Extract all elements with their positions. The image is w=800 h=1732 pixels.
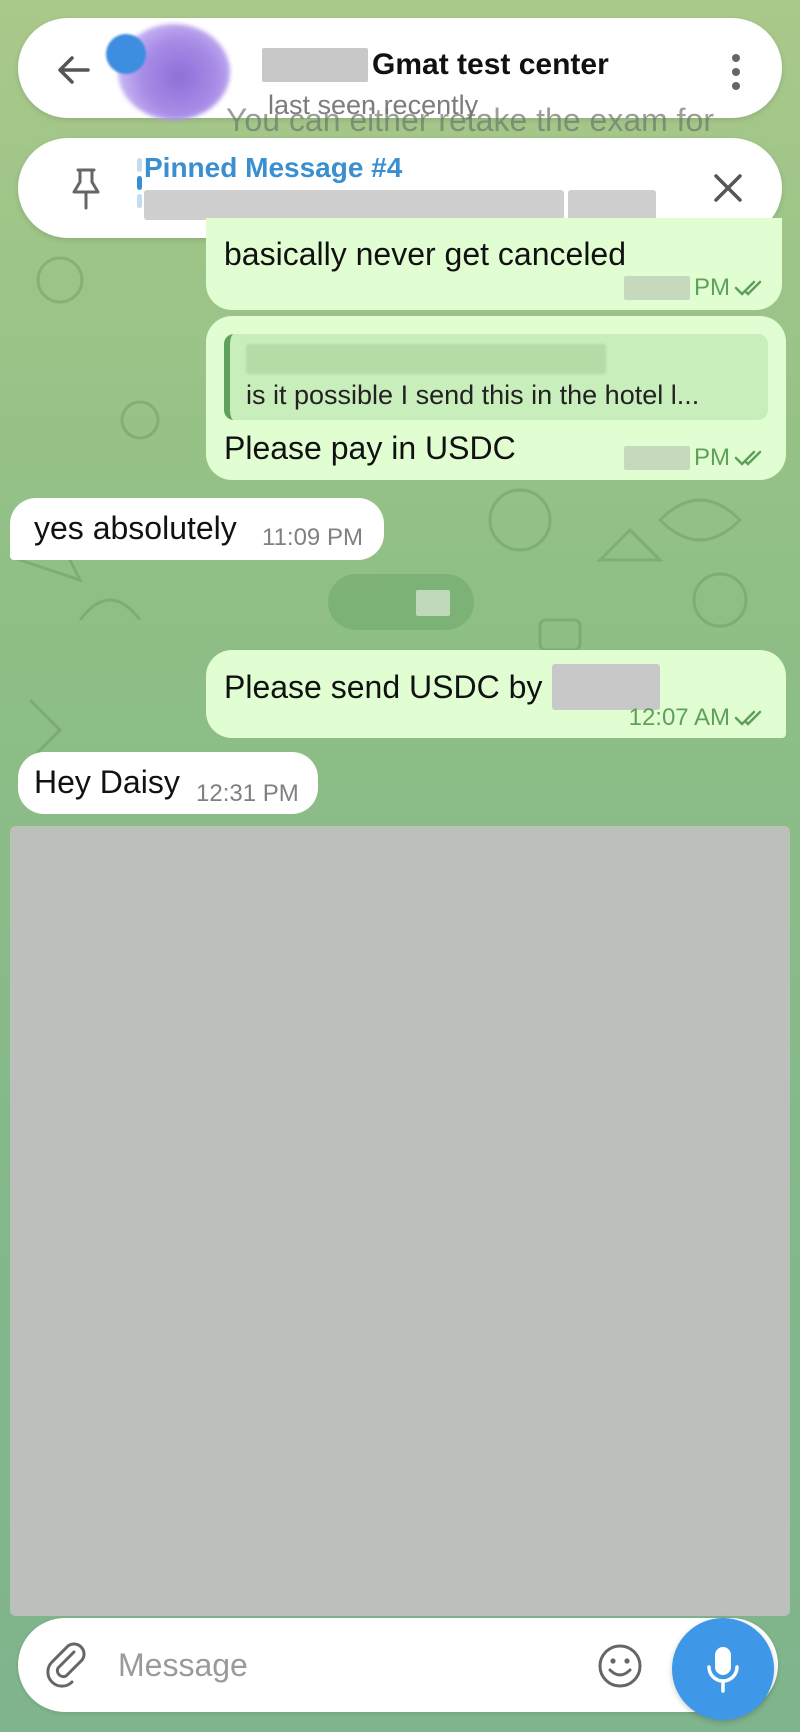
chat-title[interactable]: Gmat test center: [262, 48, 609, 82]
more-vertical-icon[interactable]: [726, 52, 746, 92]
double-check-icon: [734, 450, 762, 466]
message-input[interactable]: [118, 1636, 588, 1694]
pinned-preview-redacted: [144, 190, 678, 220]
message-time: 11:09 PM: [262, 524, 363, 551]
microphone-button[interactable]: [672, 1618, 774, 1720]
chat-title-text: Gmat test center: [372, 48, 609, 81]
close-icon[interactable]: [708, 168, 748, 208]
message-composer: [18, 1618, 778, 1712]
redacted-content: [10, 826, 790, 1616]
reply-text: is it possible I send this in the hotel …: [246, 380, 700, 410]
message-outgoing[interactable]: basically never get canceled PM: [206, 218, 782, 310]
microphone-icon: [707, 1647, 739, 1693]
message-text: basically never get canceled: [224, 236, 627, 272]
date-separator: [328, 574, 474, 630]
paperclip-icon[interactable]: [44, 1642, 90, 1688]
double-check-icon: [734, 710, 762, 726]
message-text-partial: You can either retake the exam for: [226, 102, 714, 138]
redacted-title-part: [262, 48, 368, 82]
message-time: 12:31 PM: [196, 780, 299, 807]
message-text: Please pay in USDC: [224, 430, 516, 466]
pinned-title: Pinned Message #4: [144, 152, 403, 183]
message-time: PM: [624, 444, 766, 472]
message-time: PM: [624, 274, 766, 302]
reply-author-redacted: [246, 344, 606, 374]
message-time: 12:07 AM: [629, 704, 766, 732]
pin-icon: [72, 168, 100, 210]
pinned-indicator: [137, 158, 142, 220]
message-text: Please send USDC by: [224, 664, 661, 710]
avatar-badge: [106, 34, 146, 74]
message-outgoing[interactable]: Please send USDC by 12:07 AM: [206, 650, 786, 738]
double-check-icon: [734, 280, 762, 296]
smiley-icon[interactable]: [596, 1642, 644, 1690]
message-text: yes absolutely: [34, 510, 237, 546]
message-outgoing-reply[interactable]: is it possible I send this in the hotel …: [206, 316, 786, 480]
message-text: Hey Daisy: [34, 764, 180, 800]
reply-quote[interactable]: is it possible I send this in the hotel …: [224, 334, 768, 420]
arrow-left-icon[interactable]: [52, 48, 96, 92]
message-incoming[interactable]: Hey Daisy 12:31 PM: [18, 752, 318, 814]
message-incoming[interactable]: yes absolutely 11:09 PM: [10, 498, 384, 560]
